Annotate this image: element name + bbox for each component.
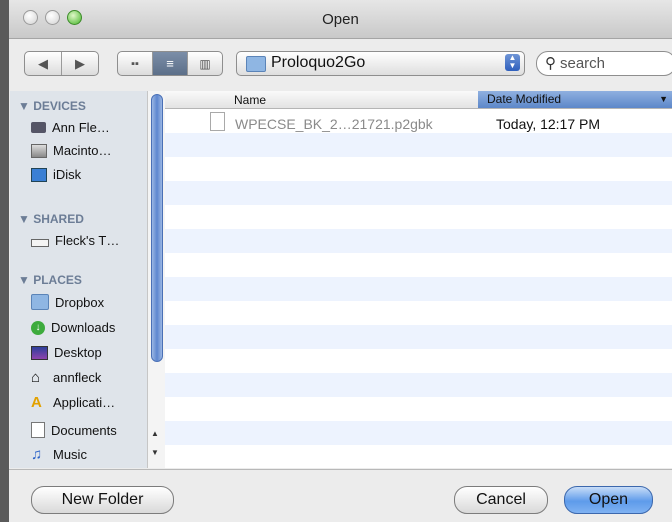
- sidebar-item-label: Ann Fle…: [52, 120, 110, 135]
- sidebar-scrollbar[interactable]: ▲ ▼: [147, 91, 165, 468]
- list-rows: [165, 109, 672, 468]
- scroll-down-icon[interactable]: ▼: [151, 448, 159, 457]
- table-row: [165, 397, 672, 421]
- shared-header: SHARED: [33, 212, 84, 226]
- sidebar-item-macintosh-hd[interactable]: Macinto…: [31, 143, 112, 158]
- cancel-button[interactable]: Cancel: [454, 486, 548, 514]
- open-dialog: Open ◀ ▶ ▪▪ ≡ ▥ Proloquo2Go ▲ ▼ ⚲ search …: [0, 0, 672, 522]
- open-button[interactable]: Open: [564, 486, 653, 514]
- table-row: [165, 445, 672, 468]
- sidebar-item-label: Desktop: [54, 345, 102, 360]
- columns-icon: ▥: [199, 56, 211, 71]
- sidebar-item-label: Downloads: [51, 320, 116, 335]
- sidebar-item-label: Music: [53, 447, 87, 462]
- sidebar-scroll-thumb[interactable]: [151, 94, 163, 362]
- search-field[interactable]: ⚲ search: [536, 51, 672, 76]
- sidebar-item-label: Applicati…: [53, 395, 116, 410]
- search-icon: ⚲: [545, 55, 556, 72]
- table-row: [165, 349, 672, 373]
- list-header: Name Date Modified ▼: [165, 91, 672, 109]
- sidebar-item-flecks-computer[interactable]: Fleck's T…: [31, 233, 119, 248]
- list-icon: ≡: [166, 56, 174, 71]
- button-bar: New Folder Cancel Open: [9, 469, 672, 522]
- forward-button[interactable]: ▶: [62, 52, 98, 75]
- list-view-button[interactable]: ≡: [153, 52, 188, 75]
- idisk-icon: [31, 167, 47, 182]
- back-forward-control: ◀ ▶: [24, 51, 99, 76]
- sidebar-item-idisk[interactable]: iDisk: [31, 167, 81, 182]
- sidebar-item-label: Fleck's T…: [55, 233, 120, 248]
- folder-icon: [31, 294, 49, 310]
- table-row: [165, 205, 672, 229]
- document-icon: [210, 112, 225, 131]
- hard-drive-icon: [31, 143, 47, 158]
- network-computer-icon: [31, 239, 49, 247]
- devices-header: DEVICES: [33, 99, 86, 113]
- sidebar: ▼ DEVICES Ann Fle… Macinto… iDisk ▼ SHAR…: [10, 91, 147, 468]
- downloads-icon: ↓: [31, 320, 45, 335]
- desktop-icon: [31, 345, 48, 360]
- search-placeholder: search: [560, 55, 606, 72]
- table-row: [165, 133, 672, 157]
- sidebar-item-label: annfleck: [53, 370, 102, 385]
- folder-icon: [246, 56, 266, 72]
- column-view-button[interactable]: ▥: [188, 52, 222, 75]
- places-header: PLACES: [33, 273, 82, 287]
- table-row: [165, 421, 672, 445]
- column-header-date-label: Date Modified: [487, 92, 562, 106]
- location-popup[interactable]: Proloquo2Go ▲ ▼: [236, 51, 525, 76]
- table-row: [165, 157, 672, 181]
- sort-descending-icon: ▼: [659, 94, 668, 104]
- sidebar-item-desktop[interactable]: Desktop: [31, 345, 102, 360]
- title-bar[interactable]: Open: [9, 0, 672, 39]
- table-row: [165, 373, 672, 397]
- forward-arrow-icon: ▶: [75, 55, 85, 71]
- file-name[interactable]: WPECSE_BK_2…21721.p2gbk: [235, 116, 433, 132]
- column-header-name[interactable]: Name: [234, 93, 266, 107]
- view-mode-control: ▪▪ ≡ ▥: [117, 51, 223, 76]
- sidebar-item-label: Documents: [51, 422, 117, 438]
- music-icon: ♫: [31, 445, 43, 463]
- sidebar-item-documents[interactable]: Documents: [31, 422, 117, 438]
- sidebar-section-devices[interactable]: ▼ DEVICES: [18, 99, 86, 113]
- sidebar-item-applications[interactable]: A Applicati…: [31, 393, 116, 411]
- popup-arrows-icon: ▲ ▼: [505, 54, 520, 71]
- background-window-edge: [0, 0, 9, 522]
- window-title: Open: [322, 11, 359, 28]
- table-row: [165, 181, 672, 205]
- sidebar-item-label: Macinto…: [53, 143, 112, 158]
- sidebar-item-music[interactable]: ♫ Music: [31, 445, 87, 463]
- scroll-up-icon[interactable]: ▲: [151, 429, 159, 438]
- table-row: [165, 301, 672, 325]
- toolbar: ◀ ▶ ▪▪ ≡ ▥ Proloquo2Go ▲ ▼ ⚲ search: [9, 39, 672, 91]
- sidebar-item-downloads[interactable]: ↓ Downloads: [31, 320, 115, 335]
- location-label: Proloquo2Go: [271, 54, 366, 71]
- sidebar-item-label: iDisk: [53, 167, 82, 182]
- sidebar-item-ann-laptop[interactable]: Ann Fle…: [31, 120, 110, 135]
- file-date-modified: Today, 12:17 PM: [496, 116, 601, 132]
- icon-view-button[interactable]: ▪▪: [118, 52, 153, 75]
- table-row: [165, 277, 672, 301]
- table-row: [165, 325, 672, 349]
- back-button[interactable]: ◀: [25, 52, 62, 75]
- grid-icon: ▪▪: [131, 57, 139, 70]
- home-icon: ⌂: [31, 368, 41, 386]
- sidebar-item-label: Dropbox: [55, 294, 105, 310]
- applications-icon: A: [31, 393, 42, 411]
- file-list: Name Date Modified ▼ WPECSE_BK_2…21721.p…: [165, 91, 672, 468]
- table-row: [165, 253, 672, 277]
- table-row: [165, 229, 672, 253]
- sidebar-item-dropbox[interactable]: Dropbox: [31, 294, 104, 310]
- sidebar-item-annfleck[interactable]: ⌂ annfleck: [31, 368, 102, 386]
- sidebar-section-shared[interactable]: ▼ SHARED: [18, 212, 84, 226]
- new-folder-button[interactable]: New Folder: [31, 486, 174, 514]
- back-arrow-icon: ◀: [38, 55, 48, 71]
- documents-icon: [31, 422, 45, 438]
- sidebar-section-places[interactable]: ▼ PLACES: [18, 273, 82, 287]
- column-header-date-modified[interactable]: Date Modified ▼: [478, 91, 672, 108]
- laptop-icon: [31, 122, 46, 133]
